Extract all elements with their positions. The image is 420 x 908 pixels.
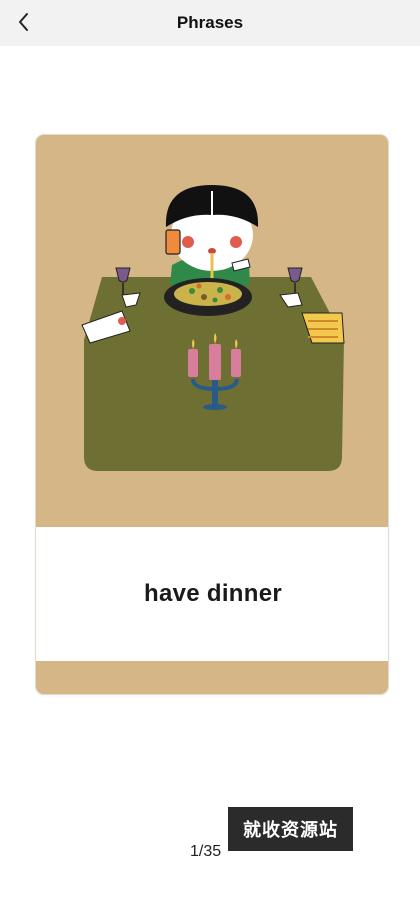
- girl-cheek-right: [230, 236, 242, 248]
- candle-center: [209, 344, 221, 380]
- girl-cheek-left: [182, 236, 194, 248]
- app-header: Phrases: [0, 0, 420, 46]
- page-counter: 1/35: [190, 843, 222, 860]
- phrase-text: have dinner: [143, 580, 282, 607]
- orange-glass: [165, 229, 181, 255]
- watermark-badge: 就收资源站: [228, 807, 353, 851]
- candle-right: [231, 349, 241, 377]
- flashcard[interactable]: have dinner: [35, 134, 389, 695]
- dinner-illustration: [81, 185, 345, 471]
- word-panel: have dinner: [36, 527, 388, 661]
- page-title: Phrases: [176, 13, 244, 32]
- food: [174, 282, 242, 306]
- candle-left: [188, 349, 198, 377]
